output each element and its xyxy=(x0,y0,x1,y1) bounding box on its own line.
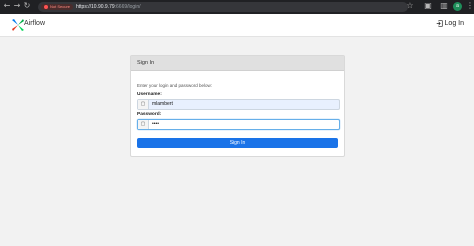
username-field[interactable]: ▢ mlambert xyxy=(137,99,340,110)
reload-icon[interactable]: ↻ xyxy=(23,2,31,10)
back-icon[interactable]: ← xyxy=(3,2,11,10)
menu-icon[interactable]: ⋮ xyxy=(466,2,474,10)
airflow-logo-icon[interactable] xyxy=(11,18,25,32)
login-link-label: Log In xyxy=(444,20,464,27)
login-link[interactable]: Log In xyxy=(436,20,464,27)
not-secure-label: Not Secure xyxy=(50,4,71,9)
signin-hint: Enter your login and password below: xyxy=(137,83,213,88)
brand-name[interactable]: Airflow xyxy=(24,20,45,27)
warning-icon xyxy=(44,5,48,9)
profile-avatar[interactable]: a xyxy=(453,2,462,11)
username-label: Username: xyxy=(137,92,162,97)
signin-panel-title: Sign In xyxy=(131,56,344,71)
signin-panel: Sign In Enter your login and password be… xyxy=(130,55,345,157)
lock-icon: ▢ xyxy=(138,120,149,129)
username-value: mlambert xyxy=(152,101,173,107)
sidebar-icon[interactable]: ▥ xyxy=(440,2,448,10)
password-field[interactable]: ▢ •••• xyxy=(137,119,340,130)
user-icon: ▢ xyxy=(138,100,149,109)
sign-in-button[interactable]: Sign In xyxy=(137,138,338,148)
url-text: https://10.90.9.79:6669/login/ xyxy=(76,2,141,12)
star-icon[interactable]: ☆ xyxy=(406,2,414,10)
airflow-navbar: Airflow Log In xyxy=(0,14,474,37)
forward-icon[interactable]: → xyxy=(13,2,21,10)
extensions-icon[interactable]: ▣ xyxy=(424,2,432,10)
login-icon xyxy=(436,20,443,27)
password-value: •••• xyxy=(152,121,160,127)
address-bar[interactable]: Not Secure https://10.90.9.79:6669/login… xyxy=(38,2,408,12)
url-path: :6669/login/ xyxy=(114,4,141,10)
browser-toolbar: ← → ↻ Not Secure https://10.90.9.79:6669… xyxy=(0,0,474,14)
not-secure-badge[interactable]: Not Secure xyxy=(41,4,74,10)
url-host: https://10.90.9.79 xyxy=(76,4,115,10)
password-label: Password: xyxy=(137,112,162,117)
